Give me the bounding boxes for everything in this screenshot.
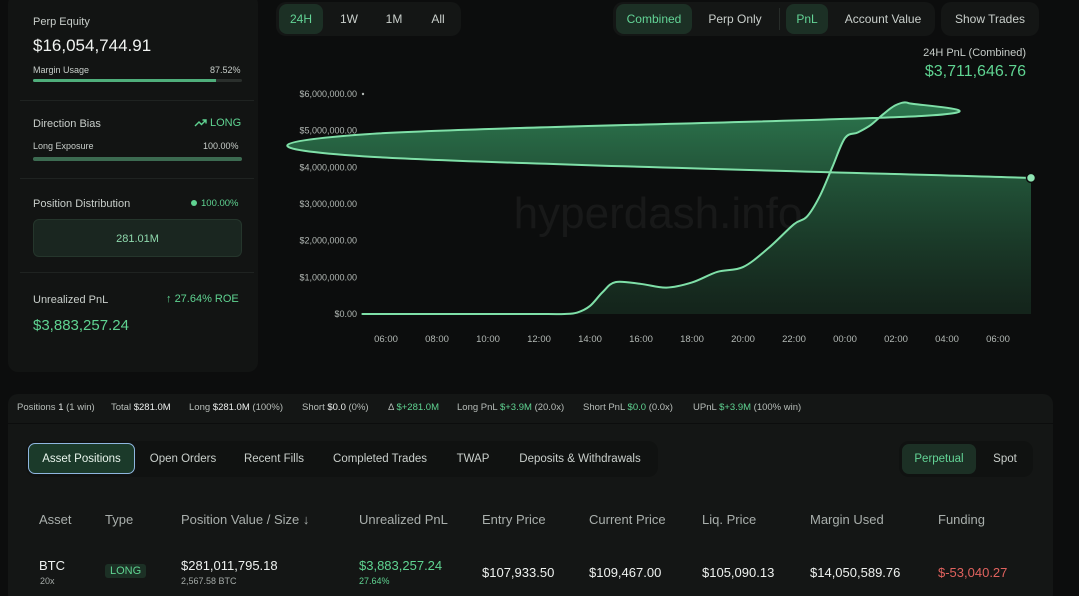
- axis-dot: [361, 92, 365, 96]
- stat-note: (100%): [252, 402, 284, 413]
- tab-twap[interactable]: TWAP: [449, 445, 497, 473]
- stat-label: Short: [302, 402, 325, 413]
- divider: [8, 423, 1053, 424]
- stat-note: (0.0x): [648, 402, 673, 413]
- stat-note: (20.0x): [534, 402, 565, 413]
- x-tick-label: 12:00: [527, 334, 551, 345]
- stat-total: Total $281.0M: [111, 402, 171, 413]
- cell-asset: BTC: [39, 558, 65, 573]
- stat-positions: Positions 1 (1 win): [17, 402, 95, 413]
- watermark: hyperdash.info: [514, 189, 803, 238]
- stat-upnl: UPnL $+3.9M (100% win): [693, 402, 801, 413]
- stat-label: Positions: [17, 402, 56, 413]
- cell-leverage: 20x: [40, 576, 55, 586]
- stat-label: Long: [189, 402, 211, 413]
- col-unrealized-pnl: Unrealized PnL: [359, 512, 448, 527]
- col-type: Type: [105, 512, 134, 527]
- last-point-marker[interactable]: [1025, 172, 1037, 184]
- cell-funding: $-53,040.27: [938, 565, 1008, 580]
- x-tick-label: 06:00: [986, 334, 1010, 345]
- stat-value: 1: [58, 402, 64, 413]
- x-tick-label: 10:00: [476, 334, 500, 345]
- stat-short-pnl: Short PnL $0.0 (0.0x): [583, 402, 673, 413]
- x-tick-label: 20:00: [731, 334, 755, 345]
- cell-unrealized-pnl: $3,883,257.24: [359, 558, 443, 573]
- x-tick-label: 22:00: [782, 334, 806, 345]
- tab-recent-fills[interactable]: Recent Fills: [236, 445, 312, 473]
- stat-note: (1 win): [66, 402, 95, 413]
- stat-label: UPnL: [693, 402, 717, 413]
- x-tick-label: 14:00: [578, 334, 602, 345]
- arrow-down-icon: ↓: [302, 512, 310, 527]
- col-label: Position Value / Size: [181, 512, 300, 527]
- stat-value: $0.0: [327, 402, 346, 413]
- type-badge: LONG: [105, 564, 147, 578]
- x-tick-label: 16:00: [629, 334, 653, 345]
- cell-current-price: $109,467.00: [589, 565, 662, 580]
- cell-entry-price: $107,933.50: [482, 565, 555, 580]
- stat-label: Short PnL: [583, 402, 625, 413]
- x-tick-label: 04:00: [935, 334, 959, 345]
- col-entry-price: Entry Price: [482, 512, 546, 527]
- x-tick-label: 18:00: [680, 334, 704, 345]
- stat-delta: Δ $+281.0M: [388, 402, 439, 413]
- stat-label: Total: [111, 402, 132, 413]
- y-tick-label: $3,000,000.00: [299, 199, 357, 209]
- cell-margin-used: $14,050,589.76: [810, 565, 901, 580]
- stat-value: $281.0M: [212, 402, 250, 413]
- col-liq-price: Liq. Price: [702, 512, 757, 527]
- stat-note: (0%): [348, 402, 369, 413]
- tab-perpetual[interactable]: Perpetual: [902, 444, 976, 474]
- y-tick-label: $5,000,000.00: [299, 126, 357, 136]
- y-tick-label: $4,000,000.00: [299, 162, 357, 172]
- stat-long-pnl: Long PnL $+3.9M (20.0x): [457, 402, 564, 413]
- col-position-value[interactable]: Position Value / Size ↓: [181, 512, 309, 527]
- y-tick-label: $0.00: [334, 309, 357, 319]
- x-tick-label: 06:00: [374, 334, 398, 345]
- col-asset: Asset: [39, 512, 72, 527]
- stat-value: $281.0M: [133, 402, 171, 413]
- cell-position-value: $281,011,795.18: [181, 558, 278, 573]
- stat-value: $+3.9M: [499, 402, 532, 413]
- x-tick-label: 00:00: [833, 334, 857, 345]
- stat-value: $+3.9M: [719, 402, 752, 413]
- y-tick-label: $1,000,000.00: [299, 272, 357, 282]
- tab-spot[interactable]: Spot: [982, 445, 1028, 473]
- tab-asset-positions[interactable]: Asset Positions: [28, 443, 135, 474]
- x-tick-label: 02:00: [884, 334, 908, 345]
- y-tick-label: $6,000,000.00: [299, 89, 357, 99]
- y-tick-label: $2,000,000.00: [299, 236, 357, 246]
- cell-liq-price: $105,090.13: [702, 565, 775, 580]
- stat-label: Long PnL: [457, 402, 498, 413]
- tab-completed-trades[interactable]: Completed Trades: [327, 445, 433, 473]
- tab-open-orders[interactable]: Open Orders: [142, 445, 224, 473]
- tab-deposits-withdrawals[interactable]: Deposits & Withdrawals: [510, 445, 650, 473]
- stat-label: Δ: [388, 402, 394, 413]
- stat-value: $+281.0M: [396, 402, 439, 413]
- pnl-chart[interactable]: hyperdash.info $6,000,000.00 $5,000,000.0…: [0, 0, 1079, 374]
- col-funding: Funding: [938, 512, 985, 527]
- cell-unrealized-pct: 27.64%: [359, 576, 390, 586]
- stat-short: Short $0.0 (0%): [302, 402, 369, 413]
- x-tick-label: 08:00: [425, 334, 449, 345]
- cell-size: 2,567.58 BTC: [181, 576, 237, 586]
- stat-value: $0.0: [627, 402, 647, 413]
- col-margin-used: Margin Used: [810, 512, 884, 527]
- stat-long: Long $281.0M (100%): [189, 402, 283, 413]
- col-current-price: Current Price: [589, 512, 666, 527]
- stat-note: (100% win): [753, 402, 802, 413]
